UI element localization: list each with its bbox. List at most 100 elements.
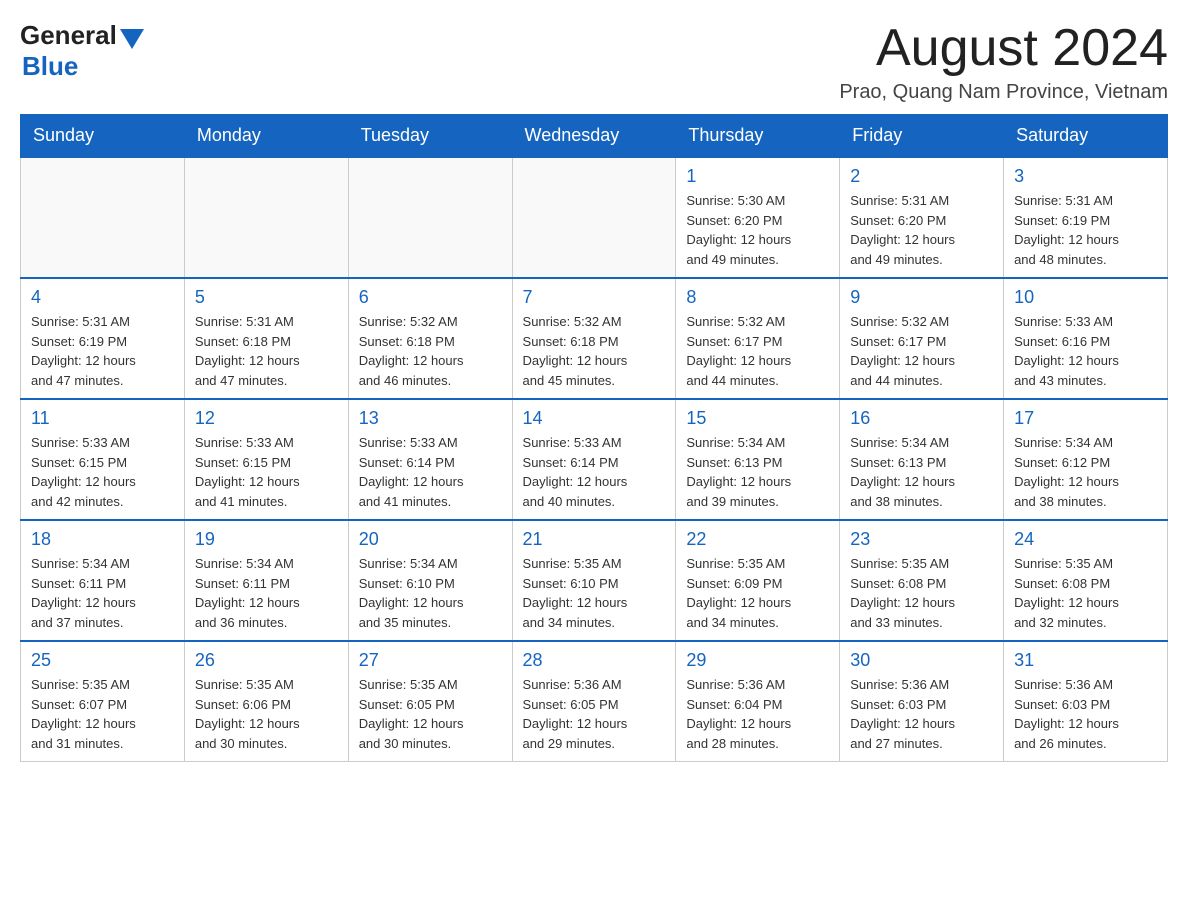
day-info: Sunrise: 5:33 AMSunset: 6:15 PMDaylight:… (31, 433, 174, 511)
day-number: 12 (195, 408, 338, 429)
calendar-cell: 15 Sunrise: 5:34 AMSunset: 6:13 PMDayligh… (676, 399, 840, 520)
day-info: Sunrise: 5:35 AMSunset: 6:05 PMDaylight:… (359, 675, 502, 753)
day-info: Sunrise: 5:34 AMSunset: 6:10 PMDaylight:… (359, 554, 502, 632)
day-info: Sunrise: 5:31 AMSunset: 6:18 PMDaylight:… (195, 312, 338, 390)
week-row-1: 1 Sunrise: 5:30 AMSunset: 6:20 PMDaylight… (21, 157, 1168, 278)
calendar-cell (21, 157, 185, 278)
day-info: Sunrise: 5:35 AMSunset: 6:06 PMDaylight:… (195, 675, 338, 753)
main-title: August 2024 (839, 20, 1168, 77)
calendar-cell: 13 Sunrise: 5:33 AMSunset: 6:14 PMDayligh… (348, 399, 512, 520)
calendar-cell: 17 Sunrise: 5:34 AMSunset: 6:12 PMDayligh… (1004, 399, 1168, 520)
day-info: Sunrise: 5:32 AMSunset: 6:18 PMDaylight:… (359, 312, 502, 390)
day-number: 8 (686, 287, 829, 308)
calendar-cell (512, 157, 676, 278)
calendar-cell: 26 Sunrise: 5:35 AMSunset: 6:06 PMDayligh… (184, 641, 348, 762)
day-info: Sunrise: 5:36 AMSunset: 6:04 PMDaylight:… (686, 675, 829, 753)
day-info: Sunrise: 5:31 AMSunset: 6:19 PMDaylight:… (1014, 191, 1157, 269)
day-number: 20 (359, 529, 502, 550)
calendar-cell: 24 Sunrise: 5:35 AMSunset: 6:08 PMDayligh… (1004, 520, 1168, 641)
calendar-cell: 21 Sunrise: 5:35 AMSunset: 6:10 PMDayligh… (512, 520, 676, 641)
day-number: 31 (1014, 650, 1157, 671)
day-info: Sunrise: 5:35 AMSunset: 6:07 PMDaylight:… (31, 675, 174, 753)
calendar-cell: 5 Sunrise: 5:31 AMSunset: 6:18 PMDaylight… (184, 278, 348, 399)
day-number: 2 (850, 166, 993, 187)
day-info: Sunrise: 5:34 AMSunset: 6:12 PMDaylight:… (1014, 433, 1157, 511)
day-number: 29 (686, 650, 829, 671)
day-info: Sunrise: 5:35 AMSunset: 6:09 PMDaylight:… (686, 554, 829, 632)
calendar-cell: 23Sunrise: 5:35 AMSunset: 6:08 PMDayligh… (840, 520, 1004, 641)
day-number: 14 (523, 408, 666, 429)
calendar-cell: 31 Sunrise: 5:36 AMSunset: 6:03 PMDayligh… (1004, 641, 1168, 762)
day-number: 4 (31, 287, 174, 308)
week-row-2: 4 Sunrise: 5:31 AMSunset: 6:19 PMDaylight… (21, 278, 1168, 399)
calendar-cell: 3Sunrise: 5:31 AMSunset: 6:19 PMDaylight… (1004, 157, 1168, 278)
day-number: 9 (850, 287, 993, 308)
day-number: 27 (359, 650, 502, 671)
day-number: 21 (523, 529, 666, 550)
day-info: Sunrise: 5:36 AMSunset: 6:03 PMDaylight:… (850, 675, 993, 753)
day-number: 6 (359, 287, 502, 308)
day-info: Sunrise: 5:34 AMSunset: 6:11 PMDaylight:… (195, 554, 338, 632)
logo: General Blue (20, 20, 144, 82)
day-number: 13 (359, 408, 502, 429)
week-row-4: 18 Sunrise: 5:34 AMSunset: 6:11 PMDayligh… (21, 520, 1168, 641)
day-info: Sunrise: 5:31 AMSunset: 6:19 PMDaylight:… (31, 312, 174, 390)
day-number: 26 (195, 650, 338, 671)
day-info: Sunrise: 5:35 AMSunset: 6:10 PMDaylight:… (523, 554, 666, 632)
day-number: 7 (523, 287, 666, 308)
calendar-cell: 30 Sunrise: 5:36 AMSunset: 6:03 PMDayligh… (840, 641, 1004, 762)
calendar-cell: 6 Sunrise: 5:32 AMSunset: 6:18 PMDaylight… (348, 278, 512, 399)
calendar-cell: 28Sunrise: 5:36 AMSunset: 6:05 PMDayligh… (512, 641, 676, 762)
calendar-cell: 16Sunrise: 5:34 AMSunset: 6:13 PMDayligh… (840, 399, 1004, 520)
day-number: 18 (31, 529, 174, 550)
day-number: 24 (1014, 529, 1157, 550)
calendar-cell: 20 Sunrise: 5:34 AMSunset: 6:10 PMDayligh… (348, 520, 512, 641)
day-info: Sunrise: 5:35 AMSunset: 6:08 PMDaylight:… (1014, 554, 1157, 632)
day-info: Sunrise: 5:36 AMSunset: 6:03 PMDaylight:… (1014, 675, 1157, 753)
day-info: Sunrise: 5:32 AMSunset: 6:18 PMDaylight:… (523, 312, 666, 390)
day-info: Sunrise: 5:35 AMSunset: 6:08 PMDaylight:… (850, 554, 993, 632)
day-number: 1 (686, 166, 829, 187)
calendar-table: SundayMondayTuesdayWednesdayThursdayFrid… (20, 114, 1168, 762)
week-row-3: 11 Sunrise: 5:33 AMSunset: 6:15 PMDayligh… (21, 399, 1168, 520)
calendar-cell: 12Sunrise: 5:33 AMSunset: 6:15 PMDayligh… (184, 399, 348, 520)
day-number: 10 (1014, 287, 1157, 308)
calendar-cell: 11 Sunrise: 5:33 AMSunset: 6:15 PMDayligh… (21, 399, 185, 520)
day-info: Sunrise: 5:36 AMSunset: 6:05 PMDaylight:… (523, 675, 666, 753)
day-info: Sunrise: 5:30 AMSunset: 6:20 PMDaylight:… (686, 191, 829, 269)
column-header-saturday: Saturday (1004, 115, 1168, 158)
page-header: General Blue August 2024 Prao, Quang Nam… (20, 20, 1168, 104)
day-number: 16 (850, 408, 993, 429)
calendar-cell: 27 Sunrise: 5:35 AMSunset: 6:05 PMDayligh… (348, 641, 512, 762)
calendar-cell (184, 157, 348, 278)
day-number: 22 (686, 529, 829, 550)
day-info: Sunrise: 5:33 AMSunset: 6:14 PMDaylight:… (359, 433, 502, 511)
column-header-thursday: Thursday (676, 115, 840, 158)
day-info: Sunrise: 5:31 AMSunset: 6:20 PMDaylight:… (850, 191, 993, 269)
day-info: Sunrise: 5:33 AMSunset: 6:16 PMDaylight:… (1014, 312, 1157, 390)
calendar-cell (348, 157, 512, 278)
calendar-header-row: SundayMondayTuesdayWednesdayThursdayFrid… (21, 115, 1168, 158)
logo-arrow-icon (120, 29, 144, 49)
column-header-wednesday: Wednesday (512, 115, 676, 158)
day-number: 5 (195, 287, 338, 308)
day-number: 11 (31, 408, 174, 429)
calendar-cell: 19Sunrise: 5:34 AMSunset: 6:11 PMDayligh… (184, 520, 348, 641)
calendar-cell: 14Sunrise: 5:33 AMSunset: 6:14 PMDayligh… (512, 399, 676, 520)
calendar-cell: 22 Sunrise: 5:35 AMSunset: 6:09 PMDayligh… (676, 520, 840, 641)
column-header-friday: Friday (840, 115, 1004, 158)
logo-general-text: General (20, 20, 117, 51)
day-number: 15 (686, 408, 829, 429)
column-header-tuesday: Tuesday (348, 115, 512, 158)
day-info: Sunrise: 5:34 AMSunset: 6:13 PMDaylight:… (686, 433, 829, 511)
day-info: Sunrise: 5:32 AMSunset: 6:17 PMDaylight:… (850, 312, 993, 390)
calendar-cell: 1 Sunrise: 5:30 AMSunset: 6:20 PMDaylight… (676, 157, 840, 278)
calendar-cell: 4 Sunrise: 5:31 AMSunset: 6:19 PMDaylight… (21, 278, 185, 399)
title-block: August 2024 Prao, Quang Nam Province, Vi… (839, 20, 1168, 104)
calendar-cell: 2 Sunrise: 5:31 AMSunset: 6:20 PMDaylight… (840, 157, 1004, 278)
day-number: 17 (1014, 408, 1157, 429)
column-header-sunday: Sunday (21, 115, 185, 158)
subtitle: Prao, Quang Nam Province, Vietnam (839, 81, 1168, 104)
day-number: 30 (850, 650, 993, 671)
day-number: 25 (31, 650, 174, 671)
